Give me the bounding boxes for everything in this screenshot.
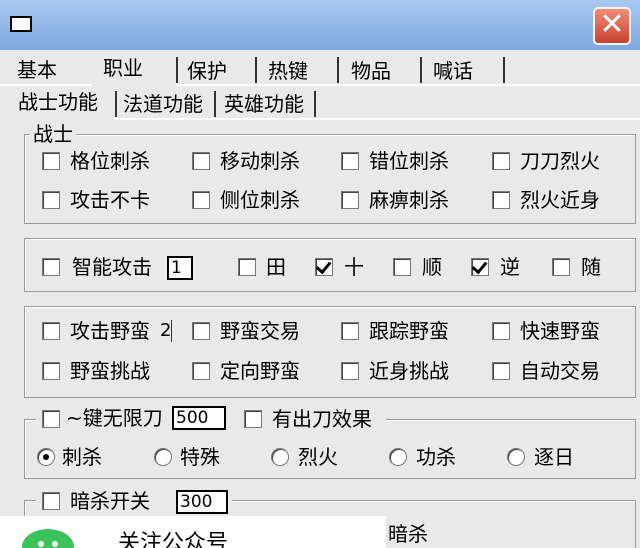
checkbox-dir-shun[interactable] xyxy=(393,258,411,276)
label-auto-trade: 自动交易 xyxy=(520,359,600,383)
tab-mage-taoist-functions[interactable]: 法道功能 xyxy=(123,92,203,116)
label-radio-special: 特殊 xyxy=(180,445,220,469)
tab-divider xyxy=(420,57,422,83)
checkbox-every-blade-fire[interactable] xyxy=(492,152,510,170)
barbarian-spin-arrow[interactable] xyxy=(171,320,184,342)
close-icon: ✕ xyxy=(599,7,625,42)
label-close-challenge: 近身挑战 xyxy=(369,359,449,383)
tab-basic[interactable]: 基本 xyxy=(17,58,57,82)
tab-shout[interactable]: 喊话 xyxy=(433,59,473,83)
tab-hotkeys[interactable]: 热键 xyxy=(268,59,308,83)
checkbox-smart-attack[interactable] xyxy=(42,258,60,276)
window-icon[interactable] xyxy=(10,16,32,32)
radio-fire[interactable] xyxy=(271,448,289,466)
label-directional-barbarian: 定向野蛮 xyxy=(220,359,300,383)
checkbox-blade-effect[interactable] xyxy=(244,410,262,428)
radio-stab[interactable] xyxy=(37,448,55,466)
tab-divider xyxy=(503,57,505,83)
tab-baseline xyxy=(176,84,640,86)
label-track-barbarian: 跟踪野蛮 xyxy=(369,319,449,343)
label-paralysis-stab: 麻痹刺杀 xyxy=(369,188,449,212)
label-barbarian-challenge: 野蛮挑战 xyxy=(70,359,150,383)
label-grid-stab: 格位刺杀 xyxy=(70,149,150,173)
checkbox-attack-barbarian[interactable] xyxy=(42,322,60,340)
tab-baseline xyxy=(0,84,92,86)
tab-protection[interactable]: 保护 xyxy=(187,59,227,83)
title-bar[interactable]: ✕ xyxy=(0,0,640,50)
barbarian-spin-value[interactable]: 2 xyxy=(160,320,171,342)
label-assassin-partial: 暗杀 xyxy=(388,522,428,546)
smart-attack-input[interactable]: 1 xyxy=(167,256,193,280)
warrior-group-title: 战士 xyxy=(30,122,76,146)
label-move-stab: 移动刺杀 xyxy=(220,149,300,173)
app-window: ✕ 基本 职业 保护 热键 物品 喊话 战士功能 法道功能 英雄功能 战士 格位… xyxy=(0,0,640,548)
tab-divider xyxy=(115,91,117,117)
label-dir-tian: 田 xyxy=(266,255,286,279)
follow-banner-text: 关注公众号 xyxy=(118,531,229,548)
checkbox-auto-trade[interactable] xyxy=(492,362,510,380)
label-attack-barbarian: 攻击野蛮 xyxy=(70,319,150,343)
tab-hero-functions[interactable]: 英雄功能 xyxy=(224,92,304,116)
label-fast-barbarian: 快速野蛮 xyxy=(520,319,600,343)
checkbox-hotkey-infinite-blade[interactable] xyxy=(42,410,60,428)
label-barbarian-trade: 野蛮交易 xyxy=(220,319,300,343)
label-radio-power-kill: 功杀 xyxy=(416,445,456,469)
close-button[interactable]: ✕ xyxy=(593,7,631,45)
checkbox-offset-stab[interactable] xyxy=(341,152,359,170)
checkbox-fast-barbarian[interactable] xyxy=(492,322,510,340)
checkbox-dir-sui[interactable] xyxy=(552,258,570,276)
checkbox-assassin-switch[interactable] xyxy=(42,492,60,510)
infinite-blade-input[interactable]: 500 xyxy=(172,406,226,430)
checkbox-side-stab[interactable] xyxy=(192,191,210,209)
label-every-blade-fire: 刀刀烈火 xyxy=(520,149,600,173)
tab-warrior-functions[interactable]: 战士功能 xyxy=(18,90,98,114)
label-hotkey-infinite-blade: ~键无限刀 xyxy=(66,406,163,430)
label-dir-ni: 逆 xyxy=(500,255,520,279)
label-blade-effect: 有出刀效果 xyxy=(272,407,372,431)
tab-divider xyxy=(314,91,316,117)
label-radio-fire: 烈火 xyxy=(298,445,338,469)
tab-divider xyxy=(214,91,216,117)
label-dir-sui: 随 xyxy=(581,255,601,279)
checkbox-directional-barbarian[interactable] xyxy=(192,362,210,380)
label-smart-attack: 智能攻击 xyxy=(72,255,152,279)
label-radio-chase-sun: 逐日 xyxy=(534,445,574,469)
label-side-stab: 侧位刺杀 xyxy=(220,188,300,212)
tab-divider xyxy=(176,57,178,83)
tab-profession[interactable]: 职业 xyxy=(103,56,143,80)
checkbox-fire-close[interactable] xyxy=(492,191,510,209)
label-offset-stab: 错位刺杀 xyxy=(369,149,449,173)
checkbox-grid-stab[interactable] xyxy=(42,152,60,170)
checkbox-dir-ni[interactable] xyxy=(471,258,489,276)
tab-divider xyxy=(255,57,257,83)
checkbox-barbarian-challenge[interactable] xyxy=(42,362,60,380)
tab-baseline xyxy=(115,118,640,120)
checkbox-dir-tian[interactable] xyxy=(238,258,256,276)
label-attack-no-lag: 攻击不卡 xyxy=(70,188,150,212)
label-radio-stab: 刺杀 xyxy=(62,445,102,469)
checkbox-dir-shi[interactable] xyxy=(315,258,333,276)
radio-power-kill[interactable] xyxy=(389,448,407,466)
radio-special[interactable] xyxy=(154,448,172,466)
checkbox-move-stab[interactable] xyxy=(192,152,210,170)
tab-divider xyxy=(337,57,339,83)
label-dir-shi: 十 xyxy=(344,255,364,279)
label-dir-shun: 顺 xyxy=(422,255,442,279)
checkbox-attack-no-lag[interactable] xyxy=(42,191,60,209)
checkbox-barbarian-trade[interactable] xyxy=(192,322,210,340)
label-assassin-switch: 暗杀开关 xyxy=(70,489,150,513)
checkbox-close-challenge[interactable] xyxy=(341,362,359,380)
checkbox-track-barbarian[interactable] xyxy=(341,322,359,340)
tab-items[interactable]: 物品 xyxy=(351,59,391,83)
label-fire-close: 烈火近身 xyxy=(520,188,600,212)
checkbox-paralysis-stab[interactable] xyxy=(341,191,359,209)
assassin-switch-input[interactable]: 300 xyxy=(176,490,228,514)
radio-chase-sun[interactable] xyxy=(507,448,525,466)
